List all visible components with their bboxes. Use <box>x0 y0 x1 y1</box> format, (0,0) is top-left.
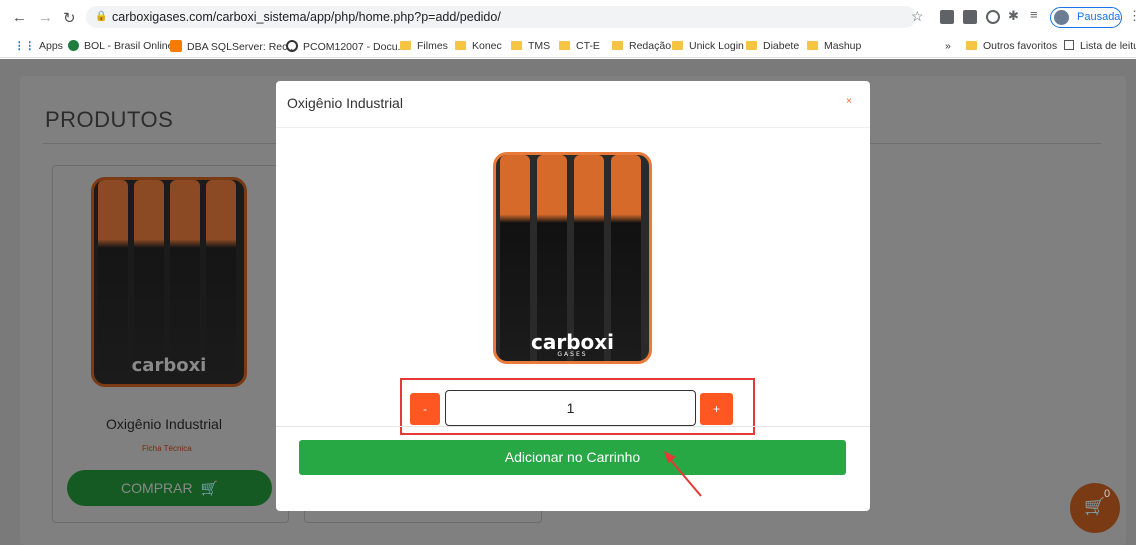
page-title: PRODUTOS <box>45 107 174 132</box>
extension-icon[interactable] <box>986 10 1000 24</box>
bookmark-mashup[interactable]: Mashup <box>807 40 861 52</box>
folder-icon <box>966 41 977 50</box>
bookmark-pcom[interactable]: PCOM12007 - Docu... <box>286 40 406 53</box>
cart-icon: 🛒 <box>200 480 218 496</box>
annotation-arrow-icon <box>664 451 702 497</box>
github-icon <box>286 40 298 52</box>
modal-title: Oxigênio Industrial <box>287 95 403 111</box>
bookmark-bol[interactable]: BOL - Brasil Online <box>68 40 173 52</box>
profile-button[interactable]: Pausada <box>1050 7 1122 28</box>
extension-icon[interactable] <box>963 10 977 24</box>
decrease-quantity-button[interactable]: - <box>410 393 440 425</box>
folder-icon <box>455 41 466 50</box>
add-to-cart-button[interactable]: Adicionar no Carrinho <box>299 440 846 475</box>
folder-icon <box>807 41 818 50</box>
folder-icon <box>400 41 411 50</box>
product-image: carboxi GASES <box>493 152 652 364</box>
reload-icon[interactable]: ↻ <box>63 9 76 27</box>
star-icon[interactable]: ☆ <box>911 8 925 24</box>
product-name: Oxigênio Industrial <box>106 416 222 432</box>
menu-icon[interactable]: ⋮ <box>1128 8 1136 23</box>
cart-button[interactable]: 🛒 <box>1070 483 1120 533</box>
product-image[interactable]: carboxi <box>91 177 247 387</box>
extension-icon[interactable] <box>940 10 954 24</box>
bookmarks-bar: ⋮⋮ Apps BOL - Brasil Online DBA SQLServer… <box>0 35 1136 58</box>
divider <box>276 426 870 427</box>
brand-logo-sub: GASES <box>557 351 588 358</box>
bookmark-diabete[interactable]: Diabete <box>746 40 799 52</box>
comprar-button[interactable]: COMPRAR 🛒 <box>67 470 272 506</box>
bookmark-outros[interactable]: Outros favoritos <box>966 40 1057 52</box>
quantity-input[interactable]: 1 <box>445 390 696 426</box>
divider <box>276 127 870 128</box>
forward-icon[interactable]: → <box>38 9 53 26</box>
folder-icon <box>672 41 683 50</box>
profile-label: Pausada <box>1077 11 1121 23</box>
bookmark-cte[interactable]: CT-E <box>559 40 600 52</box>
address-bar[interactable]: 🔒 carboxigases.com/carboxi_sistema/app/p… <box>86 6 916 28</box>
ficha-tecnica-link[interactable]: Ficha Técnica <box>142 444 192 453</box>
folder-icon <box>559 41 570 50</box>
bookmark-filmes[interactable]: Filmes <box>400 40 448 52</box>
reading-list-icon <box>1064 40 1074 50</box>
folder-icon <box>612 41 623 50</box>
increase-quantity-button[interactable]: + <box>700 393 733 425</box>
back-icon[interactable]: ← <box>12 9 27 26</box>
avatar <box>1054 10 1069 25</box>
puzzle-icon[interactable]: ✱ <box>1008 8 1022 23</box>
browser-toolbar: ← → ↻ 🔒 carboxigases.com/carboxi_sistema… <box>0 0 1136 35</box>
bookmark-apps[interactable]: ⋮⋮ Apps <box>14 40 63 52</box>
bookmark-tms[interactable]: TMS <box>511 40 550 52</box>
brand-logo: carboxi <box>131 355 207 376</box>
bol-icon <box>68 40 79 51</box>
bookmark-redacao[interactable]: Redação <box>612 40 671 52</box>
close-button[interactable]: × <box>846 96 852 107</box>
bookmark-konec[interactable]: Konec <box>455 40 502 52</box>
bookmark-dba[interactable]: DBA SQLServer: Rec... <box>170 40 296 53</box>
cart-count-badge: 0 <box>1104 488 1111 500</box>
apps-icon: ⋮⋮ <box>14 40 35 52</box>
blogger-icon <box>170 40 182 52</box>
reading-list-icon[interactable]: ≡ <box>1030 7 1044 22</box>
cart-icon: 🛒 <box>1084 497 1106 516</box>
bookmarks-more[interactable]: » <box>945 40 951 52</box>
url-text: carboxigases.com/carboxi_sistema/app/php… <box>112 10 501 24</box>
folder-icon <box>511 41 522 50</box>
bookmark-lista-leitura[interactable]: Lista de leitura <box>1064 40 1136 52</box>
folder-icon <box>746 41 757 50</box>
bookmark-unick[interactable]: Unick Login <box>672 40 744 52</box>
lock-icon: 🔒 <box>95 11 108 22</box>
